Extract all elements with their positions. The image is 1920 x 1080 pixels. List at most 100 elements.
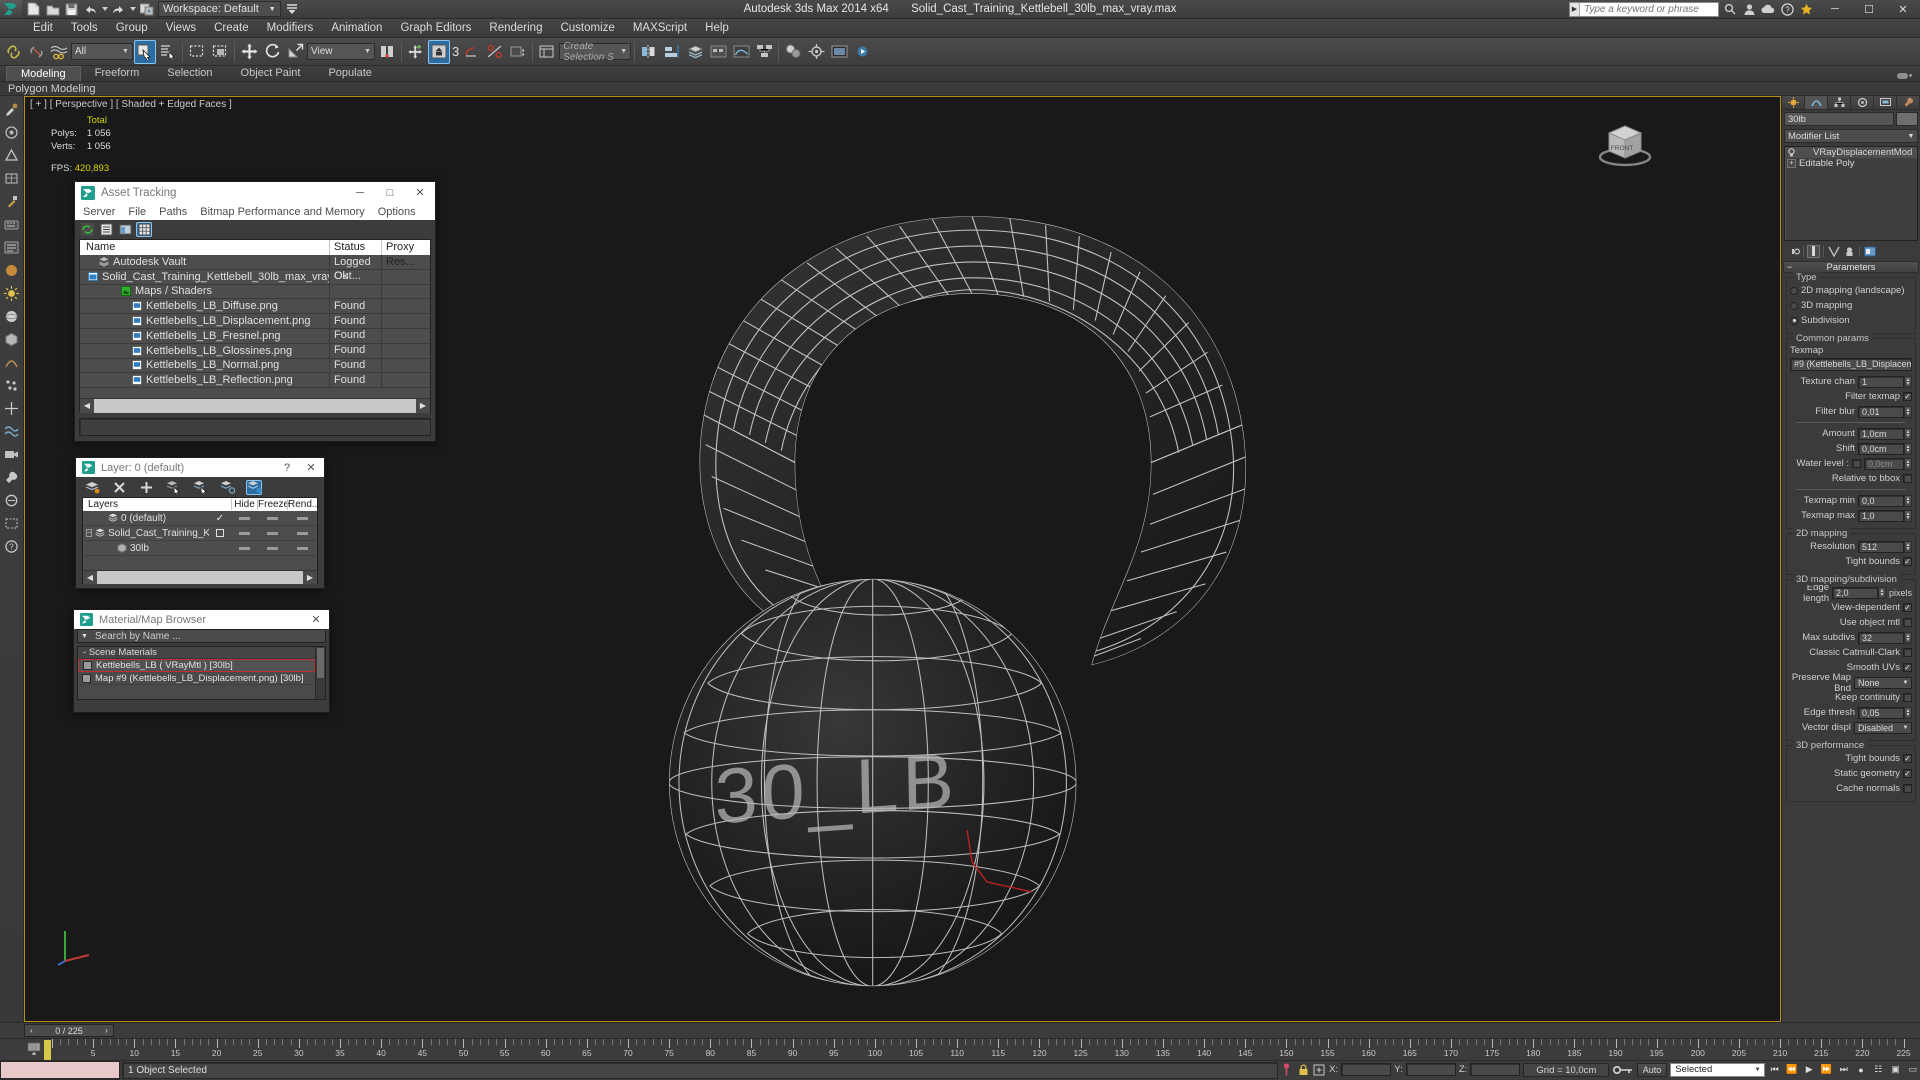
workspace-dropdown-icon[interactable]: ▼ (269, 6, 276, 13)
path-icon[interactable] (117, 222, 133, 237)
mmb-search-row[interactable]: ▼ Search by Name ... (77, 629, 326, 643)
freeform-brush-icon[interactable] (3, 123, 21, 141)
favorite-star-icon[interactable] (1798, 1, 1814, 17)
select-and-rotate-icon[interactable] (261, 40, 283, 64)
checkbox-static-geometry[interactable]: ✓ (1903, 769, 1912, 778)
layer-row-hide[interactable] (231, 516, 257, 520)
menu-item-tools[interactable]: Tools (62, 19, 107, 38)
checkbox-view-dependent[interactable]: ✓ (1903, 603, 1912, 612)
bind-to-space-warp-icon[interactable] (48, 40, 70, 64)
shapes-icon[interactable] (3, 261, 21, 279)
viewport-label[interactable]: [ + ] [ Perspective ] [ Shaded + Edged F… (30, 99, 232, 110)
minimize-button[interactable]: ─ (1818, 0, 1852, 19)
mmb-close-button[interactable]: ✕ (303, 610, 329, 629)
mmb-scroll-thumb[interactable] (317, 648, 324, 678)
layer-table[interactable]: Layers Hide Freeze Rend... 0 (default) ✓ −… (82, 497, 320, 584)
asset-row-name-cell[interactable]: Kettlebells_LB_Reflection.png (80, 372, 330, 388)
tab-populate[interactable]: Populate (314, 66, 385, 81)
key-filter-select[interactable]: Selected ▼ (1670, 1062, 1765, 1077)
asset-row-7[interactable]: Kettlebells_LB_Normal.png Found (80, 358, 430, 374)
sphere-primitive-icon[interactable] (3, 307, 21, 325)
asset-row-6[interactable]: Kettlebells_LB_Glossines.png Found (80, 343, 430, 359)
next-frame-button-icon[interactable]: ⏩ (1819, 1062, 1833, 1077)
checkbox-tight-bounds[interactable]: ✓ (1903, 754, 1912, 763)
add-selected-icon[interactable] (246, 479, 262, 495)
tab-selection[interactable]: Selection (153, 66, 226, 81)
asset-col-status[interactable]: Status (330, 240, 382, 255)
layer-row-name-cell[interactable]: 0 (default) (83, 513, 209, 524)
field-edge-length[interactable]: 2,0 (1831, 586, 1878, 599)
layer-row-render[interactable] (287, 516, 317, 520)
unlink-selection-icon[interactable] (25, 40, 47, 64)
field-edge-thresh[interactable]: 0,05 (1858, 706, 1904, 719)
helper-icon[interactable] (3, 399, 21, 417)
chevron-down-icon[interactable]: ▼ (617, 48, 630, 55)
tab-object-paint[interactable]: Object Paint (227, 66, 315, 81)
object-name-field[interactable]: 30lb (1784, 112, 1894, 126)
scene-explorer-icon[interactable] (3, 238, 21, 256)
layer-col-freeze[interactable]: Freeze (257, 499, 289, 510)
selection-filter-combo[interactable]: All ▼ (71, 43, 133, 60)
menu-item-animation[interactable]: Animation (322, 19, 391, 38)
paint-selection-icon[interactable] (3, 100, 21, 118)
select-by-name-icon[interactable] (157, 40, 179, 64)
layer-row-render[interactable] (287, 531, 317, 535)
field-water-level[interactable]: 0,0cm (1864, 457, 1904, 470)
select-preserve-map-bnd[interactable]: None ▼ (1854, 676, 1912, 689)
zoom-extents-icon[interactable]: ☷ (1871, 1062, 1885, 1077)
asset-tracking-dialog[interactable]: Asset Tracking ─ □ ✕ Server File Paths B… (74, 181, 436, 443)
search-input[interactable] (1580, 3, 1718, 15)
texmap-button[interactable]: #9 (Kettlebells_LB_Displacement.png) (1790, 358, 1912, 371)
signin-icon[interactable] (1741, 1, 1757, 17)
mmb-item-1[interactable]: Map #9 (Kettlebells_LB_Displacement.png)… (78, 672, 315, 685)
layer-col-render[interactable]: Rend... (287, 499, 320, 510)
asset-row-4[interactable]: Kettlebells_LB_Displacement.png Found (80, 313, 430, 329)
checkbox-relative-to-bbox[interactable] (1903, 474, 1912, 483)
layer-row-name-cell[interactable]: 30lb (83, 543, 209, 554)
spinner-edge-length[interactable]: ▲ ▼ (1877, 586, 1886, 599)
z-coord-field[interactable] (1470, 1063, 1521, 1077)
ribbon-options[interactable] (1896, 71, 1920, 81)
menu-item-edit[interactable]: Edit (24, 19, 62, 38)
asset-row-1[interactable]: Solid_Cast_Training_Kettlebell_30lb_max_… (80, 269, 430, 285)
layer-row-hide[interactable] (231, 546, 257, 550)
stack-expander-icon[interactable]: + (1787, 159, 1796, 168)
warp-icon[interactable] (3, 422, 21, 440)
search-box[interactable]: ▶ (1569, 1, 1719, 17)
menu-item-customize[interactable]: Customize (551, 19, 623, 38)
vray-sphere-icon[interactable] (3, 491, 21, 509)
radio-2d-mapping[interactable] (1790, 286, 1798, 295)
reference-coordinate-combo[interactable]: View ▼ (307, 43, 375, 60)
lock-icon[interactable] (1296, 1062, 1309, 1077)
hotkey-editor-icon[interactable] (3, 215, 21, 233)
spinner-filter-blur[interactable]: ▲ ▼ (1904, 405, 1912, 418)
time-slider-handle[interactable] (44, 1040, 51, 1060)
display-tab[interactable] (1874, 96, 1897, 109)
layer-hscrollbar[interactable]: ◀ ▶ (83, 570, 317, 584)
asset-tracking-close[interactable]: ✕ (405, 182, 435, 203)
layer-titlebar[interactable]: Layer: 0 (default) ? ✕ (76, 458, 324, 477)
mmb-group-scene-materials[interactable]: - Scene Materials (78, 647, 315, 659)
particle-icon[interactable] (3, 376, 21, 394)
motion-tab[interactable] (1851, 96, 1874, 109)
app-menu-icon[interactable] (2, 19, 24, 38)
scroll-right-icon[interactable]: ▶ (416, 398, 430, 413)
layer-row-name-cell[interactable]: − Solid_Cast_Training_Kettlebell_30lb (83, 528, 209, 539)
polydraw-icon[interactable] (3, 146, 21, 164)
prev-frame-icon[interactable]: ‹ (25, 1026, 38, 1035)
angle-snap-toggle-icon[interactable] (461, 40, 483, 64)
create-tab[interactable] (1782, 96, 1805, 109)
object-paint-icon[interactable] (3, 192, 21, 210)
project-folder-icon[interactable] (138, 1, 155, 17)
menu-item-maxscript[interactable]: MAXScript (624, 19, 696, 38)
field-texture-chan[interactable]: 1 (1858, 375, 1904, 388)
spinner-snap-toggle-icon[interactable] (507, 40, 529, 64)
workspace-selector[interactable]: Workspace: Default ▼ (158, 1, 281, 17)
lights-icon[interactable] (3, 284, 21, 302)
layer-dialog[interactable]: Layer: 0 (default) ? ✕ Layers Hide Freez… (75, 457, 325, 589)
modifier-stack[interactable]: VRayDisplacementMod + Editable Poly (1784, 146, 1918, 241)
spinner-texture-chan[interactable]: ▲ ▼ (1904, 375, 1912, 388)
tab-freeform[interactable]: Freeform (81, 66, 154, 81)
window-crossing-toggle-icon[interactable] (209, 40, 231, 64)
mmb-search-input[interactable]: Search by Name ... (95, 631, 181, 642)
